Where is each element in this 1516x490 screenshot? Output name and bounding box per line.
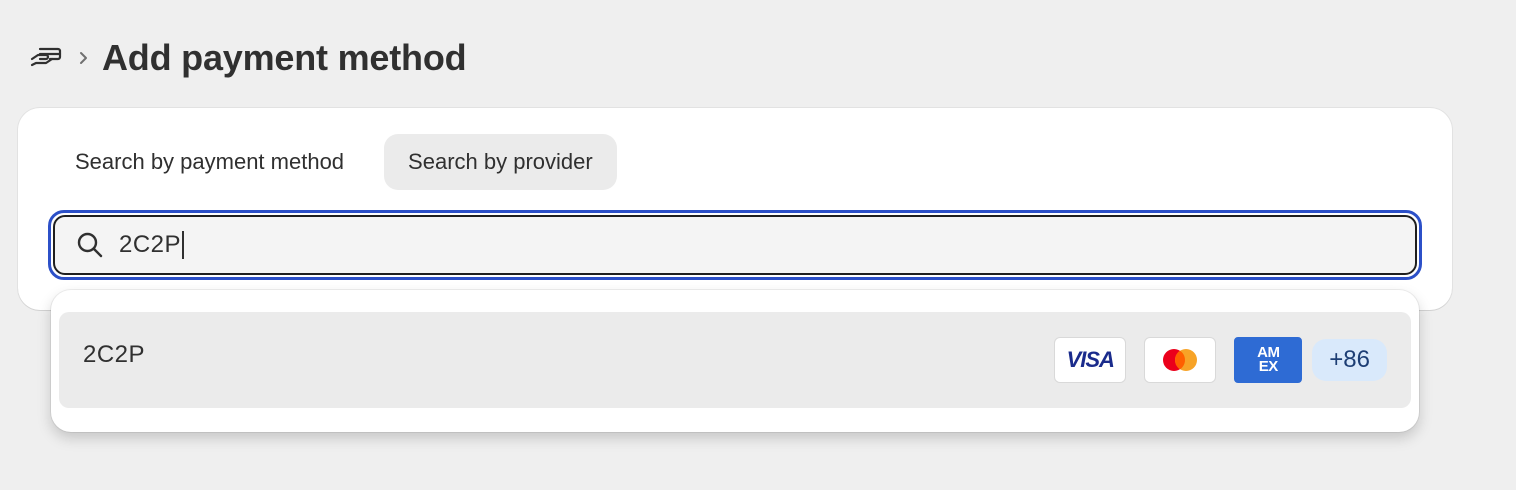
visa-logo-icon: VISA	[1054, 337, 1127, 383]
tab-search-by-provider[interactable]: Search by provider	[384, 134, 617, 190]
payment-method-search-card: Search by payment method Search by provi…	[18, 108, 1452, 310]
more-methods-badge: +86	[1312, 339, 1387, 381]
tab-search-by-payment-method[interactable]: Search by payment method	[70, 134, 376, 190]
amex-logo-icon: AM EX	[1234, 337, 1303, 383]
search-icon	[75, 230, 105, 260]
page: Add payment method Search by payment met…	[0, 0, 1516, 490]
search-input[interactable]: 2C2P	[119, 231, 185, 260]
mastercard-logo-icon	[1144, 337, 1217, 383]
provider-search-field[interactable]: 2C2P	[48, 210, 1422, 280]
search-results-dropdown: 2C2P VISA AM EX +86	[51, 290, 1419, 432]
page-title: Add payment method	[102, 37, 467, 78]
text-caret	[182, 231, 185, 260]
chevron-right-icon	[78, 50, 92, 66]
payment-logos: VISA AM EX +86	[1054, 337, 1387, 383]
search-input-inner[interactable]: 2C2P	[53, 215, 1417, 275]
provider-name: 2C2P	[83, 341, 146, 368]
payments-hand-icon[interactable]	[30, 43, 66, 73]
breadcrumb: Add payment method	[30, 36, 467, 80]
list-item[interactable]: 2C2P VISA AM EX +86	[59, 312, 1411, 408]
search-mode-tabs: Search by payment method Search by provi…	[70, 134, 617, 190]
